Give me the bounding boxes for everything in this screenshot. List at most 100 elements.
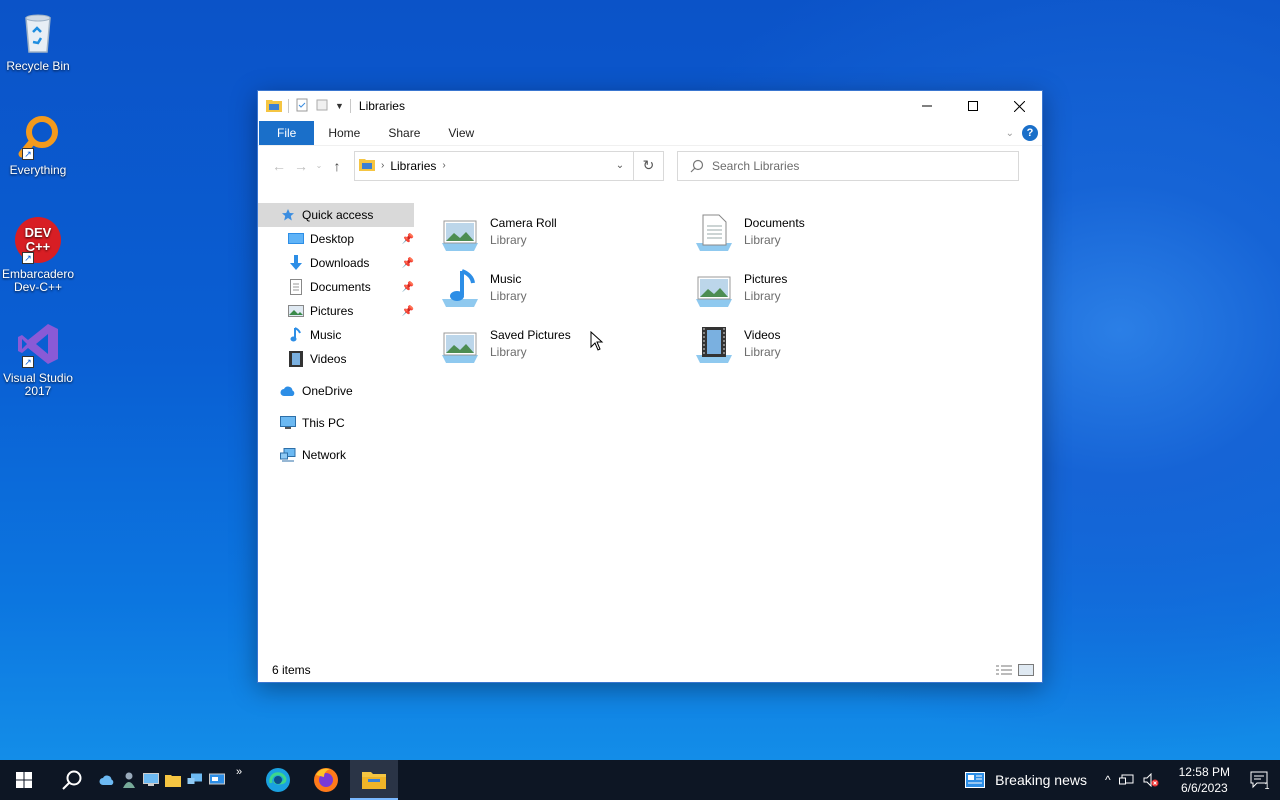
maximize-button[interactable] xyxy=(950,91,996,121)
nav-item-this-pc[interactable]: This PC xyxy=(258,411,418,435)
network-icon xyxy=(280,447,296,463)
pin-icon[interactable]: 📌 xyxy=(402,282,414,293)
desktop-icon-everything[interactable]: ↗ Everything xyxy=(0,112,76,177)
address-bar[interactable]: › Libraries › ⌄ xyxy=(354,150,634,181)
search-input[interactable] xyxy=(712,158,992,173)
news-widget[interactable]: Breaking news xyxy=(965,772,1105,788)
clock-time: 12:58 PM xyxy=(1178,765,1230,779)
camera-roll-library-icon xyxy=(438,211,482,255)
back-arrow-icon[interactable]: ← xyxy=(268,158,290,174)
nav-item-downloads[interactable]: Downloads 📌 xyxy=(258,251,418,275)
search-icon xyxy=(690,159,704,172)
nav-item-quick-access[interactable]: Quick access xyxy=(258,203,414,227)
file-explorer-small-icon[interactable] xyxy=(162,760,184,800)
breadcrumb-chevron-icon[interactable]: › xyxy=(381,160,384,171)
edge-browser-button[interactable] xyxy=(254,760,302,800)
videos-folder-icon xyxy=(288,351,304,367)
network-status-icon[interactable] xyxy=(1118,773,1135,787)
title-bar[interactable]: ▼ Libraries xyxy=(258,91,1042,121)
maximize-icon xyxy=(968,101,978,111)
music-library-icon xyxy=(438,267,482,311)
close-button[interactable] xyxy=(996,91,1042,121)
user-icon[interactable] xyxy=(118,760,140,800)
nav-item-documents[interactable]: Documents 📌 xyxy=(258,275,418,299)
library-item-documents[interactable]: Documents Library xyxy=(692,211,932,263)
close-icon xyxy=(1013,100,1025,112)
desktop-icon-recycle-bin[interactable]: Recycle Bin xyxy=(0,8,76,73)
monitor-icon[interactable] xyxy=(140,760,162,800)
shortcut-arrow-icon: ↗ xyxy=(22,148,34,160)
windows-logo-icon xyxy=(16,772,32,788)
library-item-pictures[interactable]: Pictures Library xyxy=(692,267,932,319)
tab-view[interactable]: View xyxy=(434,121,488,145)
network-share-icon[interactable] xyxy=(184,760,206,800)
expand-ribbon-icon[interactable]: ⌄ xyxy=(1006,128,1014,139)
large-icons-view-icon[interactable] xyxy=(1018,664,1034,676)
nav-item-onedrive[interactable]: OneDrive xyxy=(258,379,418,403)
file-explorer-icon xyxy=(362,772,386,789)
desktop-icon-visual-studio[interactable]: ↗ Visual Studio 2017 xyxy=(0,320,76,398)
nav-item-music[interactable]: Music xyxy=(258,323,418,347)
nav-item-label: Documents xyxy=(310,280,371,294)
ribbon-tabs: File Home Share View ⌄ ? xyxy=(258,121,1042,145)
library-type: Library xyxy=(744,289,781,303)
firefox-button[interactable] xyxy=(302,760,350,800)
svg-text:DEV: DEV xyxy=(25,225,52,240)
library-item-music[interactable]: Music Library xyxy=(438,267,678,319)
remote-desktop-icon[interactable] xyxy=(206,760,228,800)
nav-item-label: Desktop xyxy=(310,232,355,246)
address-dropdown-icon[interactable]: ⌄ xyxy=(607,160,633,171)
clock-date: 6/6/2023 xyxy=(1180,781,1228,795)
nav-item-pictures[interactable]: Pictures 📌 xyxy=(258,299,418,323)
nav-item-network[interactable]: Network xyxy=(258,443,418,467)
search-box[interactable] xyxy=(677,150,1019,181)
up-arrow-icon[interactable]: ↑ xyxy=(326,158,348,174)
desktop-icon-dev-cpp[interactable]: DEV C++ ↗ Embarcadero Dev-C++ xyxy=(0,216,76,294)
volume-muted-icon[interactable] xyxy=(1143,773,1159,787)
refresh-icon: ↻ xyxy=(642,157,655,173)
new-folder-icon[interactable] xyxy=(315,98,329,115)
help-icon[interactable]: ? xyxy=(1022,125,1038,141)
action-center-button[interactable]: 1 xyxy=(1240,760,1280,800)
properties-icon[interactable] xyxy=(295,98,309,115)
show-hidden-icons-icon[interactable]: ^ xyxy=(1105,773,1111,787)
nav-item-desktop[interactable]: Desktop 📌 xyxy=(258,227,418,251)
documents-library-icon xyxy=(692,211,736,255)
more-toolbar-icon[interactable]: » xyxy=(228,760,250,800)
desktop-icon-label: Embarcadero Dev-C++ xyxy=(1,267,75,294)
start-button[interactable] xyxy=(0,760,48,800)
library-type: Library xyxy=(490,345,527,359)
tab-file[interactable]: File xyxy=(259,121,315,145)
saved-pictures-library-icon xyxy=(438,323,482,367)
window-controls xyxy=(904,91,1042,121)
forward-arrow-icon[interactable]: → xyxy=(290,158,312,174)
status-bar: 6 items xyxy=(258,658,1042,682)
refresh-button[interactable]: ↻ xyxy=(634,150,664,181)
tab-home[interactable]: Home xyxy=(314,121,374,145)
desktop-icon-label: Recycle Bin xyxy=(6,59,70,73)
library-item-videos[interactable]: Videos Library xyxy=(692,323,932,375)
tab-share[interactable]: Share xyxy=(374,121,434,145)
file-explorer-taskbar-button[interactable] xyxy=(350,760,398,800)
downloads-folder-icon xyxy=(288,255,304,271)
onedrive-tray-icon[interactable] xyxy=(96,760,118,800)
library-item-camera-roll[interactable]: Camera Roll Library xyxy=(438,211,678,263)
library-item-saved-pictures[interactable]: Saved Pictures Library xyxy=(438,323,678,375)
notification-count: 1 xyxy=(1264,781,1270,791)
breadcrumb-libraries[interactable]: Libraries xyxy=(390,159,436,173)
pin-icon[interactable]: 📌 xyxy=(402,258,414,269)
dev-cpp-icon: DEV C++ ↗ xyxy=(14,216,62,264)
customize-toolbar-icon[interactable]: ▼ xyxy=(335,101,344,111)
minimize-button[interactable] xyxy=(904,91,950,121)
recent-locations-icon[interactable]: ⌄ xyxy=(312,161,326,170)
nav-item-videos[interactable]: Videos xyxy=(258,347,418,371)
details-view-icon[interactable] xyxy=(996,664,1012,676)
pin-icon[interactable]: 📌 xyxy=(402,234,414,245)
breadcrumb-chevron-icon[interactable]: › xyxy=(442,160,445,171)
search-button[interactable] xyxy=(48,760,96,800)
content-pane: Camera Roll Library Documents Library Mu… xyxy=(418,201,1042,658)
quick-access-toolbar: ▼ xyxy=(266,98,351,115)
pin-icon[interactable]: 📌 xyxy=(402,306,414,317)
clock[interactable]: 12:58 PM 6/6/2023 xyxy=(1169,764,1240,796)
onedrive-cloud-icon xyxy=(280,383,296,399)
